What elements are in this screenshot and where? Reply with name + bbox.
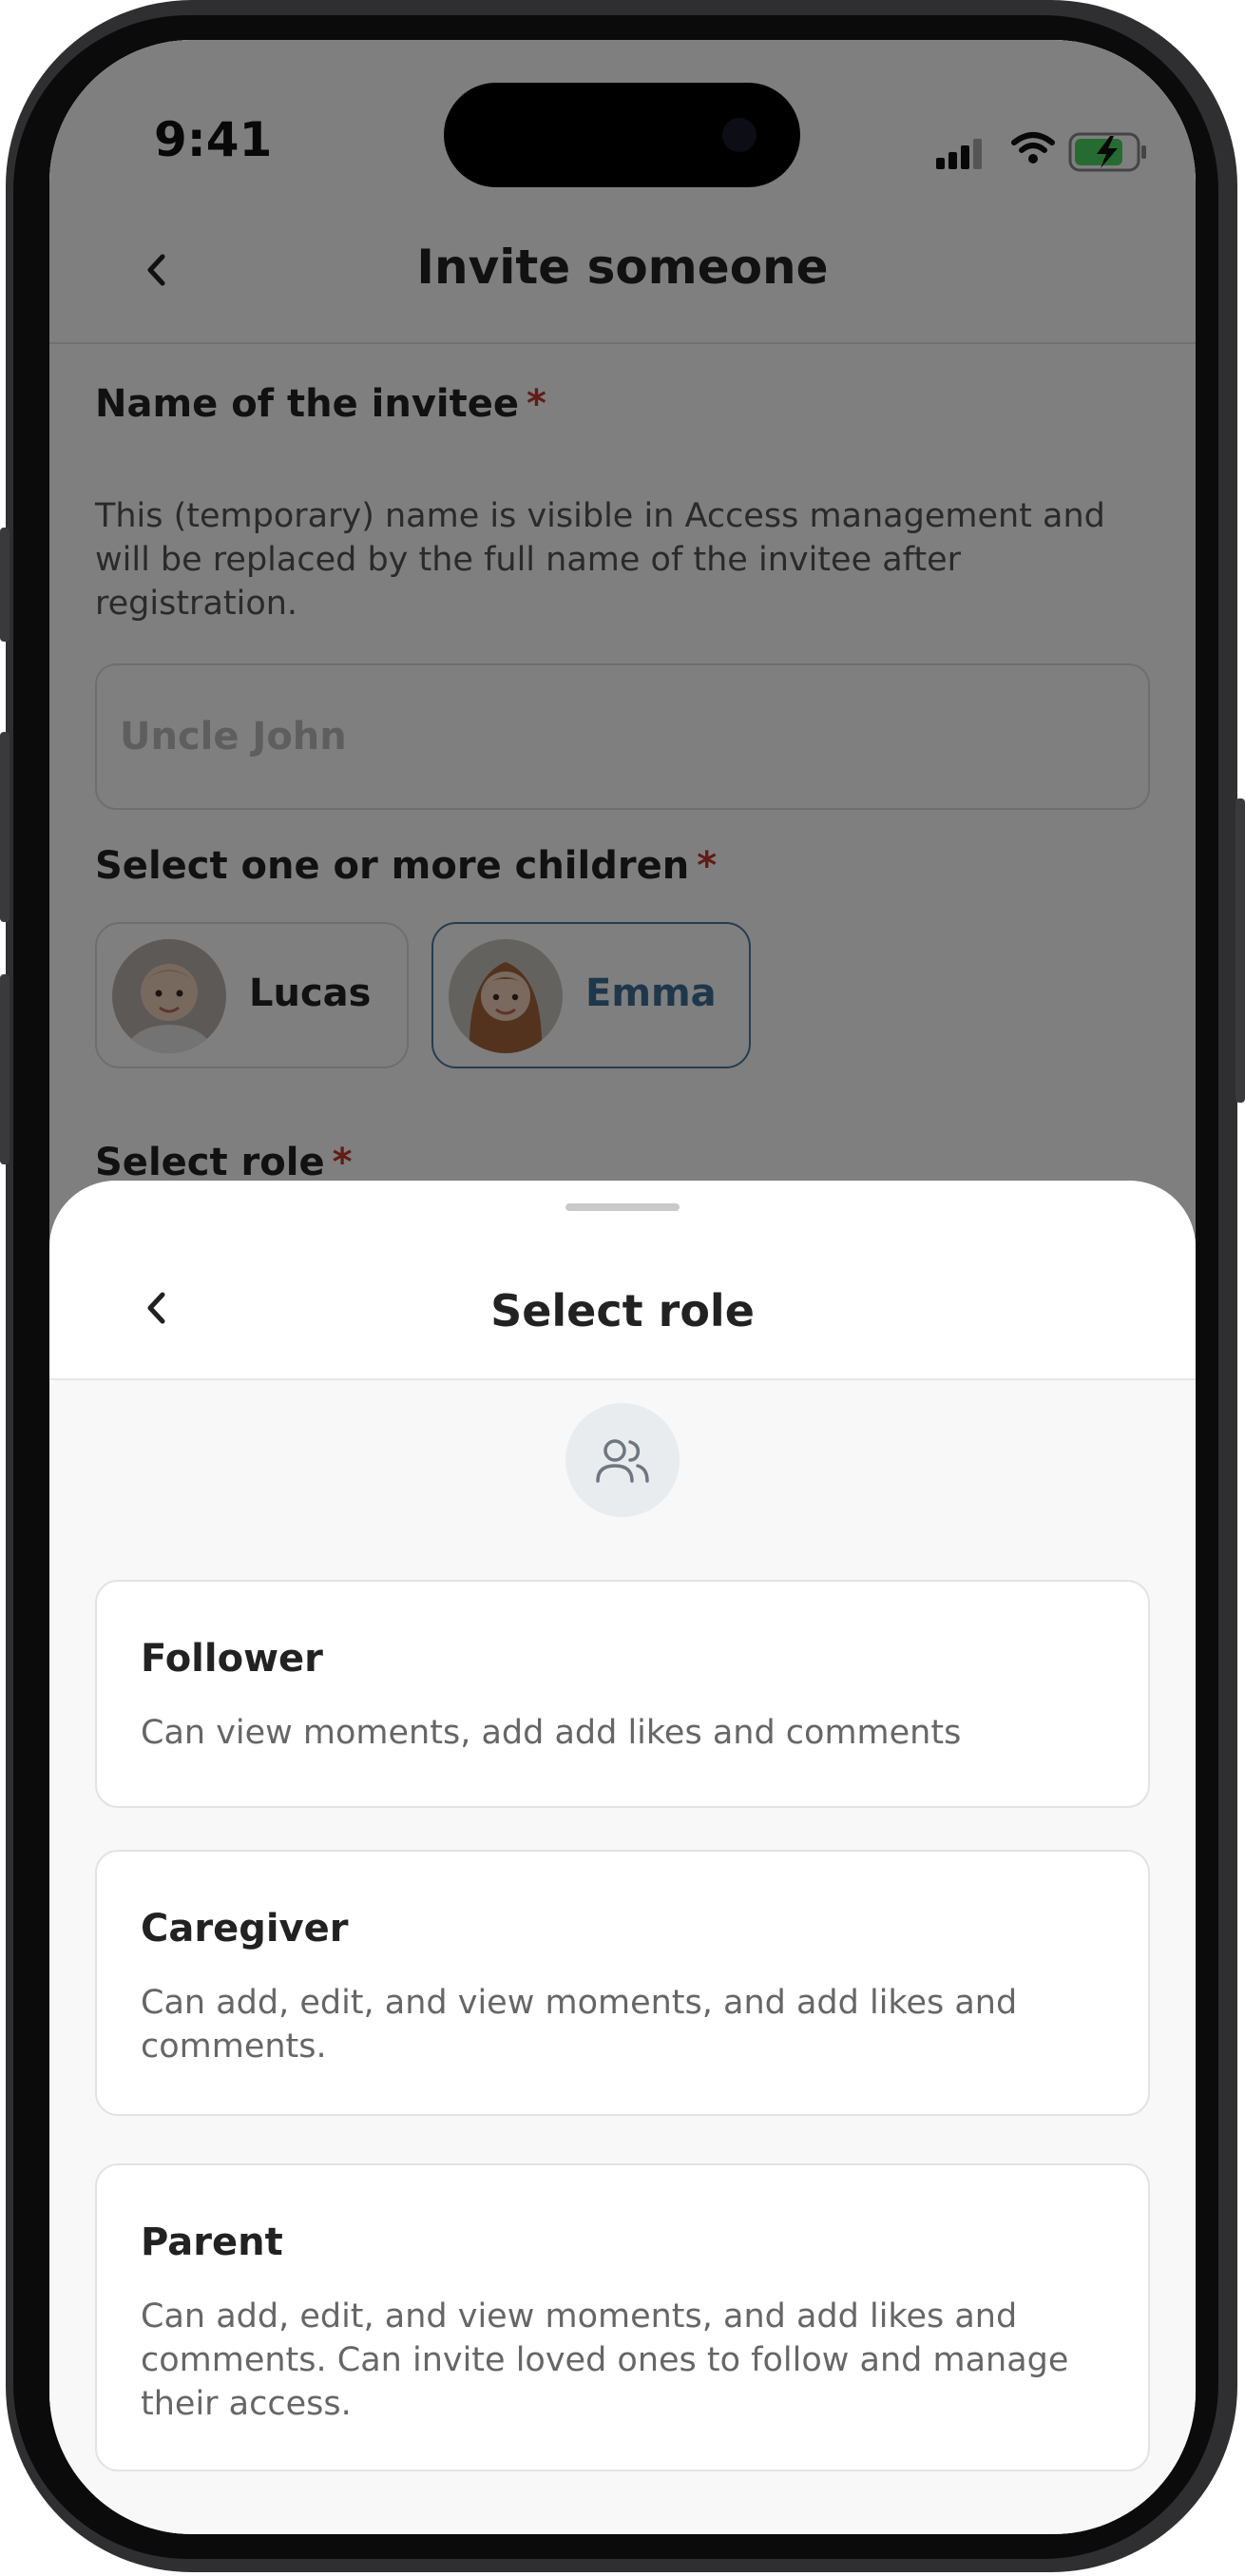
role-description: Can add, edit, and view moments, and add… [141,1984,1018,2066]
role-title: Follower [141,1637,323,1681]
users-icon [596,1439,649,1483]
volume-down-button [0,974,10,1164]
volume-up-button [0,732,10,922]
role-icon-badge [565,1403,680,1517]
sheet-title: Select role [490,1285,755,1336]
select-role-sheet: Select role Follower Can view moments, a… [49,1181,1196,2534]
screen: 9:41 [49,40,1196,2534]
role-title: Caregiver [141,1907,349,1951]
role-option-follower[interactable]: Follower Can view moments, add add likes… [95,1580,1150,1808]
role-option-parent[interactable]: Parent Can add, edit, and view moments, … [95,2163,1150,2471]
role-description: Can view moments, add add likes and comm… [141,1714,962,1752]
role-title: Parent [141,2220,283,2264]
silent-switch [0,528,10,642]
role-description: Can add, edit, and view moments, and add… [141,2297,1069,2423]
sheet-grabber[interactable] [565,1203,680,1211]
role-option-caregiver[interactable]: Caregiver Can add, edit, and view moment… [95,1850,1150,2116]
sheet-header: Select role [49,1181,1196,1380]
power-button [1235,798,1245,1103]
